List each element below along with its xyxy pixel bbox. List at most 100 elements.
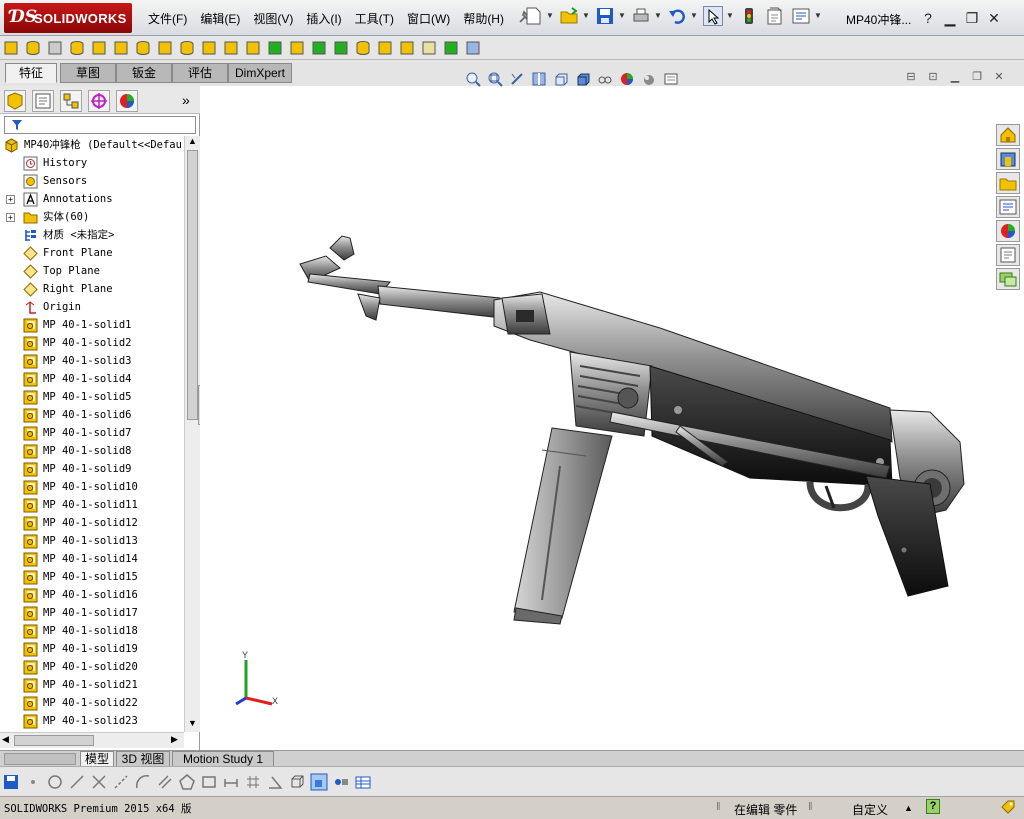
- table-icon[interactable]: [354, 773, 372, 791]
- tree-item[interactable]: MP 40-1-solid17: [0, 604, 184, 622]
- tab-features[interactable]: 特征: [5, 63, 57, 83]
- tree-item[interactable]: MP 40-1-solid15: [0, 568, 184, 586]
- menu-edit[interactable]: 编辑(E): [200, 10, 240, 27]
- tree-item[interactable]: MP 40-1-solid3: [0, 352, 184, 370]
- tree-item[interactable]: MP 40-1-solid5: [0, 388, 184, 406]
- select-dropdown-icon[interactable]: ▼: [726, 6, 734, 26]
- menu-file[interactable]: 文件(F): [148, 10, 187, 27]
- zoom-to-fit-icon[interactable]: [465, 71, 481, 87]
- print-icon[interactable]: [631, 6, 651, 26]
- scroll-left-icon[interactable]: ◀: [2, 734, 9, 745]
- tree-item[interactable]: MP 40-1-solid10: [0, 478, 184, 496]
- property-manager-tab-icon[interactable]: [32, 90, 54, 112]
- tab-sketch[interactable]: 草图: [60, 63, 116, 83]
- viewport-toggle-icon[interactable]: ⊡: [922, 70, 944, 83]
- tree-item[interactable]: MP 40-1-solid8: [0, 442, 184, 460]
- rectangle-icon[interactable]: [200, 773, 218, 791]
- menu-view[interactable]: 视图(V): [253, 10, 293, 27]
- tree-item[interactable]: MP 40-1-solid18: [0, 622, 184, 640]
- tree-root-part[interactable]: MP40冲锋枪 (Default<<Defau: [0, 136, 184, 154]
- quick-tips-icon[interactable]: ?: [926, 799, 940, 814]
- appearances-icon[interactable]: [996, 220, 1020, 242]
- tree-item[interactable]: Top Plane: [0, 262, 184, 280]
- tree-item[interactable]: MP 40-1-solid7: [0, 424, 184, 442]
- undo-dropdown-icon[interactable]: ▼: [690, 6, 698, 26]
- hole-wizard-icon[interactable]: [134, 39, 152, 57]
- mirror-icon[interactable]: [398, 39, 416, 57]
- restore-button[interactable]: ❐: [962, 8, 982, 28]
- tree-item[interactable]: Origin: [0, 298, 184, 316]
- forum-icon[interactable]: [996, 268, 1020, 290]
- shell-icon[interactable]: [332, 39, 350, 57]
- tree-item[interactable]: + Annotations: [0, 190, 184, 208]
- offset-icon[interactable]: [156, 773, 174, 791]
- file-properties-icon[interactable]: [765, 6, 785, 26]
- tree-item[interactable]: MP 40-1-solid13: [0, 532, 184, 550]
- view-palette-icon[interactable]: [996, 196, 1020, 218]
- view-cube-icon[interactable]: [288, 773, 306, 791]
- tab-evaluate[interactable]: 评估: [172, 63, 228, 83]
- tree-item[interactable]: MP 40-1-solid19: [0, 640, 184, 658]
- dimension-icon[interactable]: [222, 773, 240, 791]
- grid-icon[interactable]: [244, 773, 262, 791]
- status-units[interactable]: 自定义: [852, 801, 888, 818]
- trim-icon[interactable]: [90, 773, 108, 791]
- file-explorer-icon[interactable]: [996, 172, 1020, 194]
- new-dropdown-icon[interactable]: ▼: [546, 6, 554, 26]
- options-dropdown-icon[interactable]: ▼: [814, 6, 822, 26]
- draft-icon[interactable]: [310, 39, 328, 57]
- tree-item[interactable]: MP 40-1-solid23: [0, 712, 184, 730]
- arc-icon[interactable]: [134, 773, 152, 791]
- tab-3d-view[interactable]: 3D 视图: [116, 751, 170, 767]
- view-orientation-icon[interactable]: [553, 71, 569, 87]
- tree-item[interactable]: MP 40-1-solid11: [0, 496, 184, 514]
- save-dropdown-icon[interactable]: ▼: [618, 6, 626, 26]
- shaded-view-icon[interactable]: [310, 773, 328, 791]
- swept-boss-icon[interactable]: [46, 39, 64, 57]
- design-library-icon[interactable]: [996, 148, 1020, 170]
- construction-line-icon[interactable]: [112, 773, 130, 791]
- scroll-down-icon[interactable]: ▼: [188, 718, 197, 728]
- boundary-boss-icon[interactable]: [90, 39, 108, 57]
- swept-cut-icon[interactable]: [178, 39, 196, 57]
- configuration-manager-tab-icon[interactable]: [60, 90, 82, 112]
- tree-item[interactable]: MP 40-1-solid2: [0, 334, 184, 352]
- display-style-icon[interactable]: [575, 71, 591, 87]
- tree-item[interactable]: MP 40-1-solid9: [0, 460, 184, 478]
- resources-home-icon[interactable]: [996, 124, 1020, 146]
- edit-appearance-icon[interactable]: [619, 71, 635, 87]
- tab-sheet-metal[interactable]: 钣金: [116, 63, 172, 83]
- intersect-icon[interactable]: [376, 39, 394, 57]
- custom-properties-icon[interactable]: [996, 244, 1020, 266]
- tree-item[interactable]: Front Plane: [0, 244, 184, 262]
- curves-icon[interactable]: [442, 39, 460, 57]
- tree-item[interactable]: Sensors: [0, 172, 184, 190]
- section-view-icon[interactable]: [531, 71, 547, 87]
- tree-filter-input[interactable]: [4, 116, 196, 134]
- tree-item[interactable]: MP 40-1-solid22: [0, 694, 184, 712]
- lights-icon[interactable]: [332, 773, 350, 791]
- tree-item[interactable]: MP 40-1-solid6: [0, 406, 184, 424]
- horizontal-scroll-thumb[interactable]: [14, 735, 94, 746]
- options-icon[interactable]: [791, 6, 811, 26]
- circle-icon[interactable]: [46, 773, 64, 791]
- viewport-close-button[interactable]: ✕: [988, 70, 1010, 83]
- tree-item[interactable]: MP 40-1-solid4: [0, 370, 184, 388]
- lofted-cut-icon[interactable]: [200, 39, 218, 57]
- graphics-area[interactable]: ⊟ ⊡ ▁ ❐ ✕ Y X: [200, 71, 1024, 750]
- undo-icon[interactable]: [667, 6, 687, 26]
- lofted-boss-icon[interactable]: [68, 39, 86, 57]
- line-icon[interactable]: [68, 773, 86, 791]
- select-arrow-icon[interactable]: [703, 6, 723, 26]
- save-sketch-icon[interactable]: [2, 773, 20, 791]
- mp40-model-view[interactable]: [280, 216, 980, 626]
- viewport-restore-button[interactable]: ❐: [966, 70, 988, 83]
- expand-toggle-icon[interactable]: +: [6, 195, 15, 204]
- vertical-scroll-thumb[interactable]: [187, 150, 198, 420]
- help-question-icon[interactable]: ?: [918, 8, 938, 28]
- menu-insert[interactable]: 插入(I): [306, 10, 341, 27]
- tree-item[interactable]: MP 40-1-solid21: [0, 676, 184, 694]
- solidworks-logo[interactable]: ƊS SOLIDWORKS: [4, 3, 132, 33]
- view-settings-icon[interactable]: [663, 71, 679, 87]
- tree-horizontal-scrollbar[interactable]: ◀ ▶: [0, 732, 184, 748]
